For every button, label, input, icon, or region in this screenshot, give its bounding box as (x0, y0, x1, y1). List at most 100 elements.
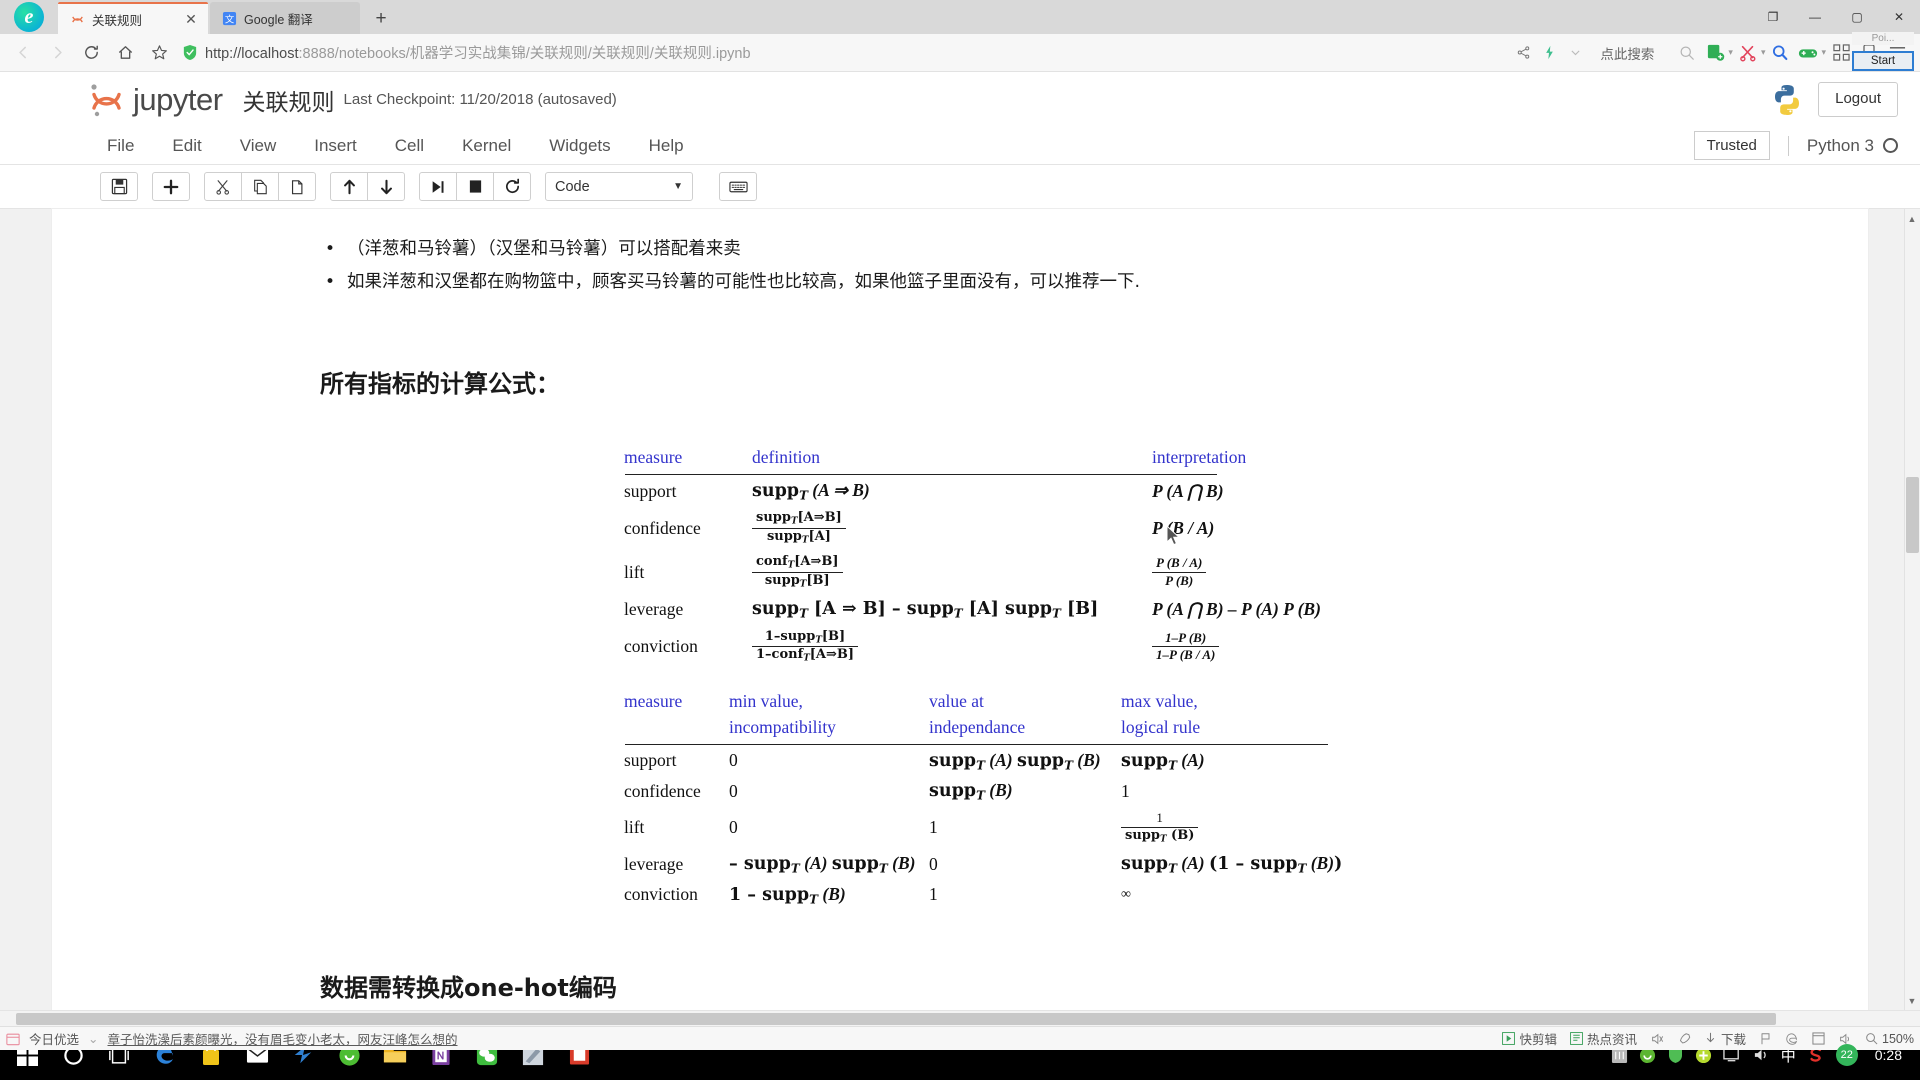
download-tool[interactable]: 下载 (1704, 1029, 1746, 1048)
kernel-name-label: Python 3 (1806, 135, 1874, 155)
jupyter-header-right: Logout (1770, 82, 1898, 117)
col-header-definition: definition (752, 447, 821, 467)
kernel-indicator[interactable]: Python 3 (1787, 135, 1898, 156)
scissors-icon[interactable] (204, 172, 242, 201)
cell-min: 0 (729, 817, 738, 838)
paste-icon[interactable] (278, 172, 316, 201)
menu-kernel[interactable]: Kernel (443, 132, 530, 160)
arrow-up-icon[interactable] (330, 172, 368, 201)
notebook-page: jupyter 关联规则 Last Checkpoint: 11/20/2018… (0, 72, 1920, 1026)
flag-tool[interactable] (1759, 1032, 1772, 1046)
menu-edit[interactable]: Edit (153, 132, 220, 160)
plus-icon[interactable] (152, 172, 190, 201)
hscrollbar-thumb[interactable] (16, 1013, 1776, 1025)
today-picks-label[interactable]: 今日优选 (29, 1029, 79, 1048)
chevron-down-icon[interactable]: ▾ (1761, 47, 1766, 58)
table-row: support 0 suppT (A) suppT (B) suppT (A) (624, 746, 1342, 776)
lightning-icon[interactable] (1538, 41, 1560, 65)
jupyter-wordmark: jupyter (133, 81, 223, 117)
mute-tool[interactable] (1650, 1032, 1664, 1046)
back-icon[interactable] (6, 38, 40, 68)
apps-grid-icon[interactable] (1828, 40, 1854, 66)
reload-icon[interactable] (74, 38, 108, 68)
edge-tool[interactable] (1785, 1032, 1799, 1046)
search-prompt-label[interactable]: 点此搜索 (1590, 43, 1672, 63)
window-close-button[interactable]: ✕ (1878, 0, 1920, 34)
cell-type-select[interactable]: Code ▼ (545, 172, 693, 201)
chevron-down-icon: ▼ (673, 181, 683, 192)
col-header-measure: measure (624, 690, 683, 711)
window-minimize-button[interactable]: — (1794, 0, 1836, 34)
jupyter-menubar: File Edit View Insert Cell Kernel Widget… (0, 127, 1920, 165)
chevron-down-icon[interactable]: ▾ (1728, 47, 1733, 58)
cell-indep: suppT (B) (929, 780, 1013, 803)
scroll-up-icon[interactable]: ▲ (1905, 211, 1919, 226)
table-header-row: measure definition interpretation (624, 447, 1321, 473)
horizontal-scrollbar[interactable] (0, 1010, 1920, 1026)
forward-icon[interactable] (40, 38, 74, 68)
save-icon[interactable] (100, 172, 138, 201)
rocket-icon (1679, 1032, 1691, 1043)
menu-file[interactable]: File (88, 132, 153, 160)
browser-tab-google-translate[interactable]: 文 Google 翻译 (210, 2, 360, 34)
share-icon[interactable] (1512, 41, 1534, 65)
jupyter-toolbar: Code ▼ (0, 165, 1920, 209)
scrollbar-thumb[interactable] (1906, 477, 1919, 553)
gamepad-extension-icon[interactable] (1795, 40, 1821, 66)
hotnews-tool[interactable]: 热点资讯 (1570, 1029, 1637, 1048)
favorite-star-icon[interactable] (142, 38, 176, 68)
cell-min: 0 (729, 750, 738, 771)
table-row: lift 0 1 1 suppT (B) (624, 806, 1342, 849)
tooltip-label: Poi... (1852, 32, 1914, 45)
zoom-control[interactable]: 150% (1865, 1032, 1914, 1046)
vertical-scrollbar[interactable]: ▲ ▼ (1904, 209, 1920, 1026)
chevron-down-icon[interactable] (1564, 41, 1586, 65)
metrics-definition-table: measure definition interpretation suppor… (624, 447, 1321, 669)
notebook-title[interactable]: 关联规则 (243, 83, 335, 117)
restart-icon[interactable] (493, 172, 531, 201)
tab-close-icon[interactable]: ✕ (184, 11, 198, 28)
arrow-down-icon[interactable] (367, 172, 405, 201)
window-tool[interactable] (1812, 1032, 1825, 1045)
cell-measure: lift (624, 561, 645, 582)
cell-measure: leverage (624, 599, 684, 620)
browser-status-bar: 今日优选 ⌄ 章子怡洗澡后素颜曝光，没有眉毛变小老太，网友汪峰怎么想的 快剪辑 … (0, 1026, 1920, 1050)
browser-tab-active[interactable]: 关联规则 ✕ (58, 2, 208, 34)
scroll-down-icon[interactable]: ▼ (1905, 993, 1919, 1008)
url-path: :8888/notebooks/机器学习实战集锦/关联规则/关联规则/关联规则.… (298, 46, 751, 62)
menu-view[interactable]: View (221, 132, 296, 160)
new-tab-button[interactable]: + (366, 4, 396, 34)
jupyter-logo[interactable]: jupyter (88, 80, 223, 120)
rocket-tool[interactable] (1677, 1032, 1691, 1046)
window-restore-button[interactable]: ❐ (1752, 0, 1794, 34)
magnifier-extension-icon[interactable] (1767, 40, 1793, 66)
notification-badge[interactable]: 22 (1835, 1044, 1858, 1066)
copy-icon[interactable] (241, 172, 279, 201)
menu-cell[interactable]: Cell (376, 132, 443, 160)
window-maximize-button[interactable]: ▢ (1836, 0, 1878, 34)
logout-button[interactable]: Logout (1818, 82, 1898, 117)
home-icon[interactable] (108, 38, 142, 68)
cell-max: ∞ (1121, 886, 1131, 902)
chevron-down-icon[interactable]: ▾ (1821, 47, 1826, 58)
keyboard-icon[interactable] (719, 172, 757, 201)
scissors-extension-icon[interactable] (1735, 40, 1761, 66)
notebook-content: （洋葱和马铃薯）（汉堡和马铃薯）可以搭配着来卖 如果洋葱和汉堡都在购物篮中，顾客… (52, 209, 1868, 1003)
start-button[interactable]: Start (1852, 51, 1914, 71)
clip-tool[interactable]: 快剪辑 (1502, 1029, 1557, 1048)
menu-widgets[interactable]: Widgets (530, 132, 629, 160)
chevron-right-icon[interactable]: ⌄ (88, 1031, 98, 1046)
run-icon[interactable] (419, 172, 457, 201)
add-extension-icon[interactable] (1702, 40, 1728, 66)
last-checkpoint-label: Last Checkpoint: 11/20/2018 (autosaved) (343, 91, 617, 108)
col-header-measure: measure (624, 447, 683, 467)
menu-insert[interactable]: Insert (295, 132, 376, 160)
jupyter-menubar-right: Trusted Python 3 (1693, 131, 1898, 160)
address-bar[interactable]: http://localhost:8888/notebooks/机器学习实战集锦… (176, 40, 1512, 66)
search-icon[interactable] (1676, 41, 1698, 65)
trusted-badge[interactable]: Trusted (1693, 131, 1770, 160)
menu-help[interactable]: Help (630, 132, 703, 160)
news-headline-link[interactable]: 章子怡洗澡后素颜曝光，没有眉毛变小老太，网友汪峰怎么想的 (108, 1029, 458, 1048)
stop-icon[interactable] (456, 172, 494, 201)
col-header-independance: independance (929, 716, 1026, 737)
